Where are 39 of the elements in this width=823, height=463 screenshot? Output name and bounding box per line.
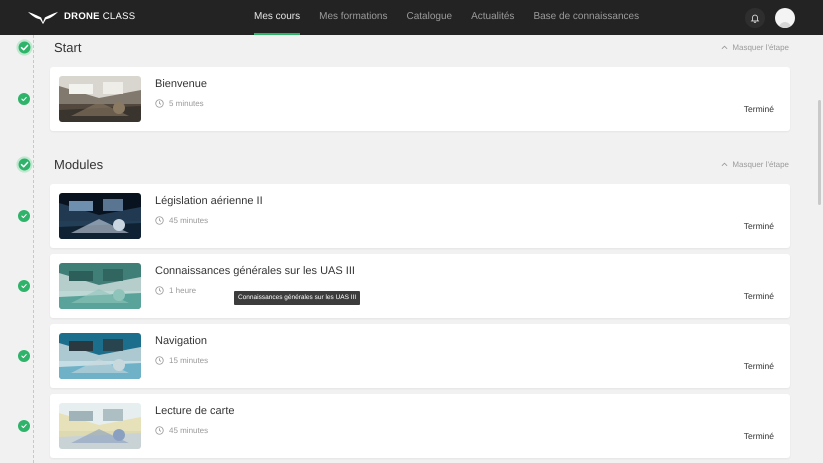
lesson-duration: 45 minutes <box>169 424 208 437</box>
nav-link[interactable]: Actualités <box>471 0 514 35</box>
nav-link[interactable]: Mes formations <box>319 0 388 35</box>
avatar[interactable] <box>775 8 795 28</box>
lesson-duration: 45 minutes <box>169 214 208 227</box>
eagle-logo-icon <box>28 10 58 25</box>
lesson-status: Terminé <box>744 360 774 372</box>
clock-icon <box>155 99 164 108</box>
lesson-title: Législation aérienne II <box>155 194 263 210</box>
step-title: Start <box>54 38 82 57</box>
clock-icon <box>155 216 164 226</box>
lesson-card[interactable]: Législation aérienne II 45 minutes Terminé <box>50 184 790 248</box>
step-title: Modules <box>54 156 104 174</box>
bell-icon <box>750 12 760 22</box>
lesson-duration: 1 heure <box>169 284 196 297</box>
lesson-duration: 5 minutes <box>169 98 204 110</box>
lesson-status: Terminé <box>744 290 774 302</box>
clock-icon <box>155 286 164 296</box>
nav-link[interactable]: Catalogue <box>406 0 452 35</box>
lesson-status: Terminé <box>744 430 774 442</box>
lesson-card[interactable]: Navigation 15 minutes Terminé <box>50 324 790 388</box>
clock-icon <box>155 426 164 436</box>
nav-link[interactable]: Base de connaissances <box>533 0 640 35</box>
lesson-card[interactable]: Bienvenue 5 minutes Terminé <box>50 67 790 131</box>
lesson-title: Bienvenue <box>155 77 207 92</box>
scrollbar[interactable] <box>818 100 821 205</box>
nav-link[interactable]: Mes cours <box>254 0 300 35</box>
lesson-title: Lecture de carte <box>155 404 234 420</box>
lesson-status: Terminé <box>744 102 774 116</box>
lesson-card[interactable]: Lecture de carte 45 minutes Terminé <box>50 394 790 458</box>
notifications-button[interactable] <box>745 8 765 28</box>
clock-icon <box>155 356 164 366</box>
lesson-title: Navigation <box>155 334 208 350</box>
lesson-title: Connaissances générales sur les UAS III <box>155 264 355 280</box>
caret-icon <box>721 44 728 51</box>
brand-name: DRONE CLASS <box>64 10 136 24</box>
lesson-duration: 15 minutes <box>169 354 208 367</box>
lesson-status: Terminé <box>744 220 774 232</box>
caret-icon <box>721 161 728 168</box>
